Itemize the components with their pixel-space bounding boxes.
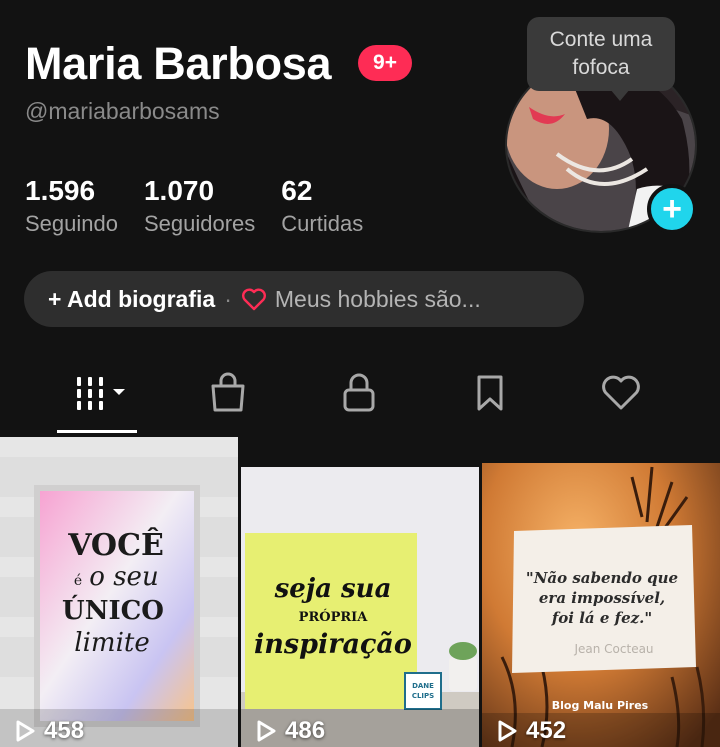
tab-shop[interactable] [205,372,251,419]
video-text: VOCÊ [67,527,164,563]
heart-outline-icon [241,287,267,311]
tab-private[interactable] [336,373,382,417]
view-count-value: 486 [285,717,326,744]
video-text: ÚNICO [62,594,164,626]
stat-likes[interactable]: 62 Curtidas [281,174,363,240]
bubble-line: Conte uma [549,28,653,51]
video-grid: VOCÊ é o seu ÚNICO limite 458 seja sua P… [0,437,720,747]
bubble-tail [610,89,630,101]
video-thumbnail: "Não sabendo que era impossível, foi lá … [482,437,720,747]
play-icon [16,720,35,742]
video-tile[interactable]: VOCÊ é o seu ÚNICO limite 458 [0,437,238,747]
video-credit: Blog Malu Pires [552,699,649,712]
stat-followers[interactable]: 1.070 Seguidores [144,174,255,240]
stat-following[interactable]: 1.596 Seguindo [25,174,118,240]
quote-text: foi lá e fez." [551,609,652,627]
video-tile[interactable]: seja sua PRÓPRIA inspiração DANE CLIPS 4… [241,437,479,747]
view-count-value: 458 [44,717,85,744]
view-count: 486 [255,717,325,745]
heart-icon [600,374,642,417]
profile-name: Maria Barbosa [25,38,332,89]
grid-icon [71,375,127,416]
profile-tabs [0,355,720,435]
video-thumbnail: VOCÊ é o seu ÚNICO limite [0,437,238,747]
view-count-value: 452 [526,717,567,744]
view-count: 452 [496,717,566,745]
selected-tab-indicator [57,430,137,433]
play-icon [257,720,276,742]
logo-text: DANE [412,682,434,690]
video-text: o seu [89,562,158,592]
bio-bar[interactable]: + Add biografia · Meus hobbies são... [24,271,584,327]
video-text: seja sua [274,574,392,604]
hobbies-prompt[interactable]: Meus hobbies são... [275,286,481,313]
video-text: PRÓPRIA [299,608,369,625]
notification-badge[interactable]: 9+ [358,45,412,81]
video-text: é [74,573,82,589]
video-text: inspiração [254,629,412,660]
play-icon [498,720,517,742]
profile-handle: @mariabarbosams [25,98,220,124]
logo-text: CLIPS [412,692,434,700]
stat-label: Seguidores [143,211,256,236]
profile-stats: 1.596 Seguindo 1.070 Seguidores 62 Curti… [25,174,389,240]
tab-saved[interactable] [467,373,513,417]
quote-text: era impossível, [539,589,665,607]
quote-author: Jean Cocteau [573,642,653,656]
stat-label: Seguindo [25,211,118,236]
story-prompt-bubble[interactable]: Conte uma fofoca [527,17,675,91]
shop-bag-icon [208,372,248,419]
add-story-button[interactable]: + [647,184,697,234]
quote-text: "Não sabendo que [526,569,678,587]
stat-label: Curtidas [281,211,364,236]
tab-videos[interactable] [62,373,136,417]
view-count: 458 [14,717,84,745]
lock-icon [340,372,378,419]
bio-separator: · [224,285,232,312]
video-tile[interactable]: "Não sabendo que era impossível, foi lá … [482,437,720,747]
add-bio-button[interactable]: + Add biografia [48,286,215,313]
video-text: limite [74,628,149,658]
stat-value: 1.070 [143,175,215,206]
video-thumbnail: seja sua PRÓPRIA inspiração DANE CLIPS [241,437,479,747]
stat-value: 62 [281,175,313,206]
stat-value: 1.596 [25,175,96,206]
bookmark-icon [473,373,507,418]
tab-liked[interactable] [598,373,644,417]
bubble-line: fofoca [572,56,630,79]
